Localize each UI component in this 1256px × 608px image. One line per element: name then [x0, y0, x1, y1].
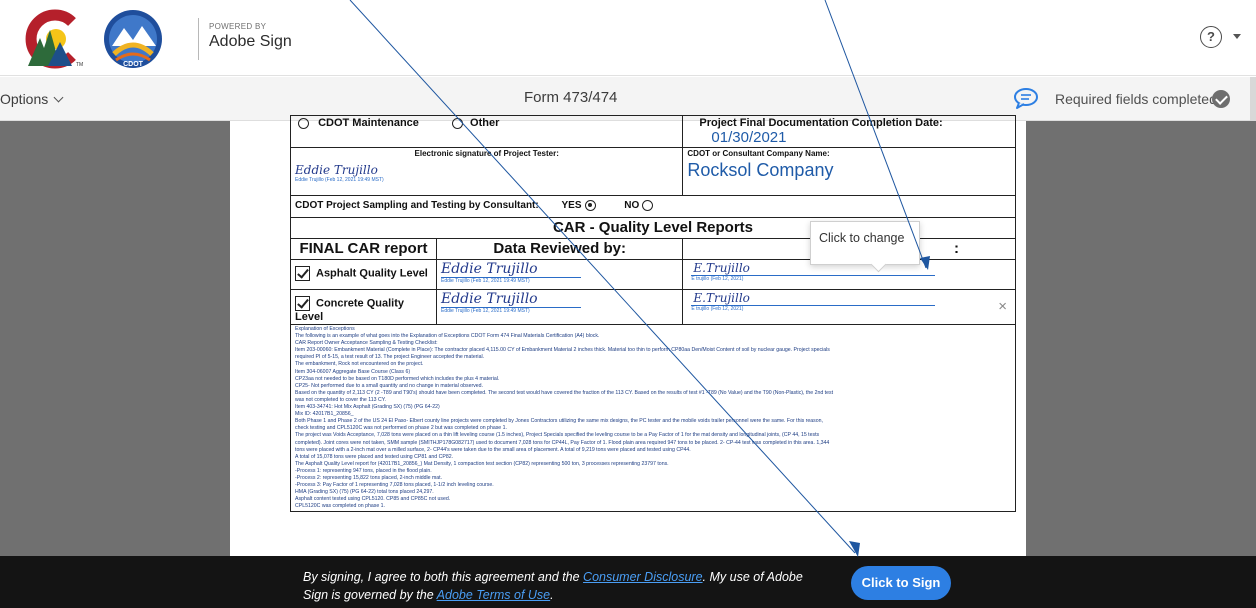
explanation-line: The following is an example of what goes… — [295, 333, 600, 340]
concrete-label: Concrete Quality Level — [295, 297, 405, 323]
concrete-checkbox[interactable] — [295, 296, 310, 311]
yes-label: YES — [561, 200, 582, 212]
explanation-line: CPL5120C was completed on phase 1. — [295, 503, 385, 510]
powered-by-label: POWERED BY — [209, 22, 267, 31]
product-name: Adobe Sign — [209, 33, 292, 50]
explanation-line: -Process 3: Pay Factor of 1 representing… — [295, 482, 494, 489]
tester-signature-sub: Eddie Trujillo (Feb 12, 2021 19:49 MST) — [295, 177, 384, 183]
no-radio[interactable] — [642, 200, 654, 211]
maintenance-label: CDOT Maintenance — [318, 117, 419, 129]
col-reviewed: Data Reviewed by: — [435, 238, 684, 260]
maintenance-radio[interactable] — [298, 117, 309, 129]
explanation-line: -Process 2: representing 15,822 tons pla… — [295, 474, 443, 481]
explanation-line: required PI of 5-15, a test result of 13… — [295, 354, 485, 361]
other-label: Other — [470, 117, 500, 129]
check-circle-icon — [1212, 90, 1230, 108]
svg-text:CDOT: CDOT — [123, 61, 144, 68]
app-header: TM CDOT POWERED BY Adobe Sign ? — [0, 0, 1256, 76]
explanation-line: A total of 15,078 tons were placed and t… — [295, 453, 454, 460]
explanation-line: Both Phase 1 and Phase 2 of the US 24 El… — [295, 418, 823, 425]
yes-radio[interactable] — [584, 200, 596, 211]
concrete-review-signature-sub: Eddie Trujillo (Feb 12, 2021 19:49 MST) — [441, 307, 581, 314]
agreement-text: By signing, I agree to both this agreeme… — [303, 568, 803, 604]
options-label[interactable]: Options — [0, 91, 48, 107]
explanation-line: Mix ID: 42017B1_20856_ — [295, 411, 354, 418]
consumer-disclosure-link[interactable]: Consumer Disclosure — [583, 570, 702, 584]
explanation-line: Item 203-00060: Embankment Material (Com… — [295, 347, 830, 354]
comment-icon[interactable] — [1013, 87, 1039, 109]
explanation-line: The embankment, Rock not encountered on … — [295, 361, 424, 368]
no-label: NO — [624, 200, 640, 212]
scrollbar[interactable] — [1250, 77, 1256, 121]
completion-cell: Project Final Documentation Completion D… — [682, 115, 1016, 148]
col-final: FINAL CAR report — [290, 238, 437, 260]
row-asphalt-label-cell: Asphalt Quality Level — [290, 259, 437, 290]
asphalt-review-signature-cell[interactable]: Eddie Trujillo Eddie Trujillo (Feb 12, 2… — [435, 259, 684, 290]
maintenance-cell: CDOT Maintenance Other — [289, 115, 683, 148]
document-page: CDOT Maintenance Other Project Final Doc… — [230, 115, 1026, 556]
asphalt-label: Asphalt Quality Level — [316, 267, 428, 280]
tester-signature: Eddie Trujillo — [295, 163, 378, 177]
concrete-owner-signature-cell[interactable]: E.Trujillo E trujillo (Feb 12, 2021) × — [682, 289, 1016, 325]
explanation-line: HMA (Grading SX) (75) (PG 64-22) total t… — [295, 489, 434, 496]
svg-text:TM: TM — [76, 62, 83, 68]
tester-signature-cell: Electronic signature of Project Tester: … — [289, 147, 684, 196]
explanation-line: Asphalt content tested using CPL5120. CP… — [295, 496, 451, 503]
explanation-line: The Asphalt Quality Level report for (42… — [295, 460, 669, 467]
form-title: Form 473/474 — [524, 89, 618, 106]
click-to-sign-button[interactable]: Click to Sign — [851, 566, 951, 600]
asphalt-review-signature-sub: Eddie Trujillo (Feb 12, 2021 19:49 MST) — [441, 277, 581, 284]
agree-pre: By signing, I agree to both this agreeme… — [303, 570, 584, 584]
sampling-cell: CDOT Project Sampling and Testing by Con… — [290, 195, 1016, 218]
concrete-owner-signature: E.Trujillo — [693, 291, 750, 305]
cdot-logo-icon: CDOT — [104, 10, 162, 68]
explanation-cell: Explanation of Exceptions The following … — [290, 323, 1016, 513]
explanation-line: check testing and CPL5120C was not perfo… — [295, 425, 507, 432]
row-concrete-label-cell: Concrete Quality Level — [290, 289, 437, 325]
company-name: Rocksol Company — [687, 160, 834, 180]
col-third-text: : — [954, 240, 959, 257]
form-table: CDOT Maintenance Other Project Final Doc… — [289, 115, 1016, 513]
close-icon[interactable]: × — [998, 298, 1007, 315]
concrete-review-signature-cell[interactable]: Eddie Trujillo Eddie Trujillo (Feb 12, 2… — [435, 289, 684, 325]
sampling-label: CDOT Project Sampling and Testing by Con… — [295, 200, 539, 212]
asphalt-owner-signature-sub: E trujillo (Feb 12, 2021) — [691, 275, 936, 282]
explanation-line: CP25- Not performed due to a small quant… — [295, 382, 484, 389]
explanation-line: tons were placed with a 2-inch mat over … — [295, 446, 691, 453]
explanation-line: Based on the quantity of 2,113 CY (2 -T8… — [295, 389, 834, 396]
explanation-line: CAR Report Owner Acceptance Sampling & T… — [295, 340, 438, 347]
explanation-line: was not completed to cover the 113 CY. — [295, 396, 386, 403]
completion-date: 01/30/2021 — [711, 129, 787, 146]
company-cell: CDOT or Consultant Company Name: Rocksol… — [682, 147, 1016, 196]
terms-of-use-link[interactable]: Adobe Terms of Use — [437, 588, 550, 602]
explanation-line: -Process 1: representing 947 tons, place… — [295, 467, 432, 474]
other-radio[interactable] — [451, 117, 463, 129]
esig-label: Electronic signature of Project Tester: — [414, 149, 559, 158]
asphalt-review-signature: Eddie Trujillo — [441, 261, 538, 277]
explanation-line: Explanation of Exceptions — [295, 326, 355, 332]
chevron-down-icon[interactable] — [53, 92, 64, 103]
explanation-line: CP23aa not needed to be based on T180D p… — [295, 375, 500, 382]
concrete-review-signature: Eddie Trujillo — [441, 291, 538, 307]
asphalt-checkbox[interactable] — [295, 266, 310, 281]
powered-by-adobe-sign: POWERED BY Adobe Sign — [198, 18, 292, 60]
required-fields-status: Required fields completed — [1055, 91, 1217, 107]
explanation-line: Item 403-34741: Hot Mix Asphalt (Grading… — [295, 404, 440, 411]
agree-post: . — [550, 588, 554, 602]
help-icon[interactable]: ? — [1200, 26, 1222, 48]
explanation-line: completed). Joint cores were not taken, … — [295, 439, 830, 446]
click-to-change-tooltip: Click to change — [810, 221, 920, 265]
explanation-line: Item 304-06007 Aggregate Base Course (Cl… — [295, 368, 411, 375]
explanation-line: The project was Voids Acceptance, 7,028 … — [295, 432, 820, 439]
chevron-down-icon[interactable] — [1233, 34, 1241, 39]
completion-label: Project Final Documentation Completion D… — [699, 117, 943, 129]
signing-footer: By signing, I agree to both this agreeme… — [0, 556, 1256, 608]
options-menu[interactable]: Options — [0, 91, 64, 107]
company-label: CDOT or Consultant Company Name: — [687, 149, 830, 158]
concrete-owner-signature-sub: E trujillo (Feb 12, 2021) — [691, 305, 936, 312]
